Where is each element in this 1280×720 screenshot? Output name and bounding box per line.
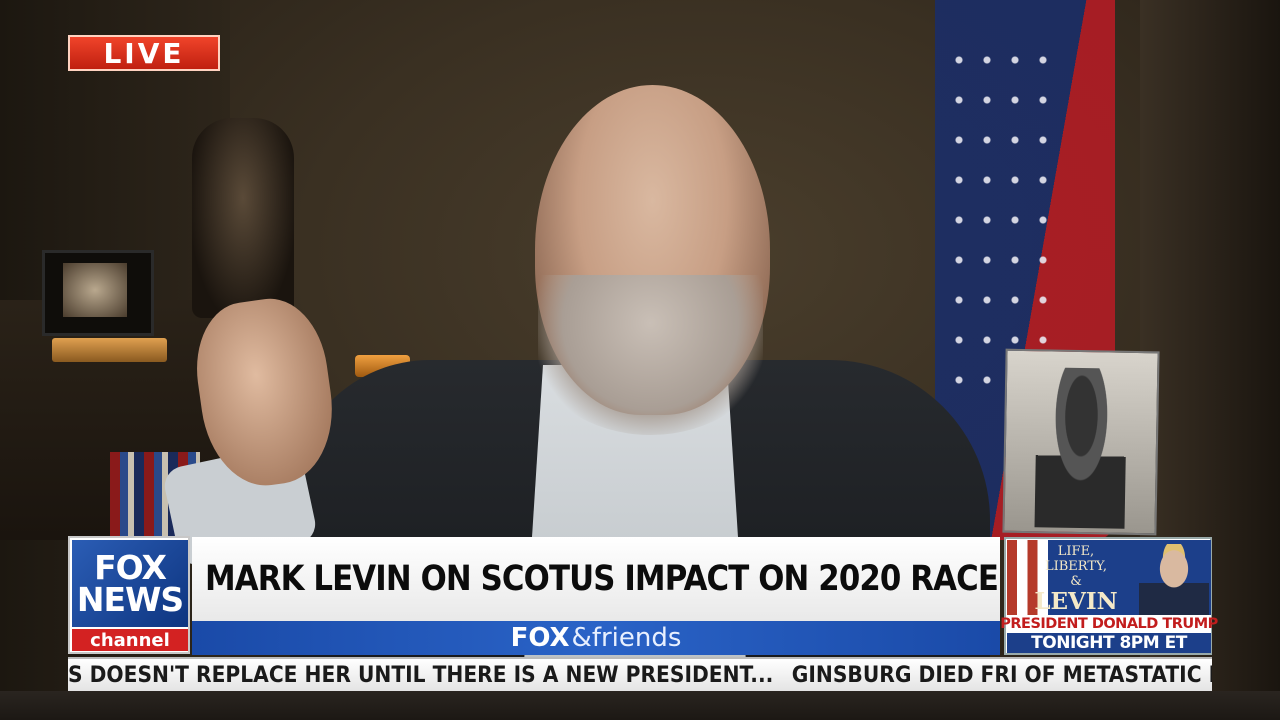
- headline-text: MARK LEVIN ON SCOTUS IMPACT ON 2020 RACE: [205, 559, 999, 599]
- news-ticker: S DOESN'T REPLACE HER UNTIL THERE IS A N…: [68, 657, 1212, 691]
- show-name: &friends: [571, 623, 682, 653]
- logo-top: FOX NEWS: [72, 540, 188, 627]
- promo-guest-name: PRESIDENT DONALD TRUMP: [1000, 615, 1218, 633]
- lower-third-headline: MARK LEVIN ON SCOTUS IMPACT ON 2020 RACE: [192, 537, 1000, 621]
- bottom-strip: [0, 691, 1280, 720]
- logo-fox-text: FOX: [94, 547, 167, 587]
- promo-title-line2: LIBERTY,: [1044, 559, 1108, 574]
- promo-title-line3: &: [1070, 574, 1082, 589]
- show-name-bar: FOX &friends: [192, 621, 1000, 655]
- lincoln-portrait: [1002, 348, 1160, 536]
- logo-news-text: NEWS: [76, 579, 184, 619]
- framed-photo: [42, 250, 154, 336]
- promo-air-time: TONIGHT 8PM ET: [1007, 633, 1211, 653]
- ticker-text: S DOESN'T REPLACE HER UNTIL THERE IS A N…: [68, 659, 1212, 691]
- shelf-light: [52, 338, 167, 362]
- fox-news-channel-logo: FOX NEWS channel: [68, 536, 190, 654]
- promo-guest-photo: [1139, 544, 1209, 615]
- promo-title: LIFE, LIBERTY, & LEVIN: [1021, 544, 1131, 615]
- promo-title-line4: LEVIN: [1034, 588, 1118, 615]
- ticker-item: GINSBURG DIED FRI OF METASTATIC PANCRE: [791, 662, 1212, 688]
- video-frame: LIVE FOX NEWS channel MARK LEVIN ON SCOT…: [0, 0, 1280, 720]
- ticker-item: S DOESN'T REPLACE HER UNTIL THERE IS A N…: [68, 662, 774, 688]
- live-badge: LIVE: [68, 35, 220, 71]
- show-brand: FOX: [510, 623, 570, 653]
- promo-artwork: LIFE, LIBERTY, & LEVIN: [1007, 540, 1211, 615]
- logo-channel-text: channel: [72, 629, 188, 651]
- speaker-beard: [538, 275, 763, 435]
- promo-title-line1: LIFE,: [1057, 544, 1095, 559]
- show-promo: LIFE, LIBERTY, & LEVIN PRESIDENT DONALD …: [1000, 537, 1218, 655]
